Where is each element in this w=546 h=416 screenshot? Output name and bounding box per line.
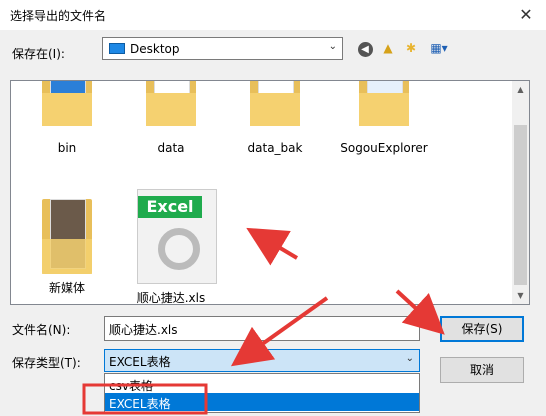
new-folder-icon: ✱ (405, 41, 417, 55)
file-name: data_bak (247, 141, 303, 155)
view-menu-button[interactable]: ▦▾ (426, 40, 452, 56)
title-bar: 选择导出的文件名 ✕ (0, 0, 546, 30)
folder-icon (359, 81, 409, 126)
scroll-up-icon[interactable]: ▲ (512, 81, 529, 98)
chevron-down-icon: ⌄ (328, 41, 337, 52)
vertical-scrollbar[interactable]: ▲ ▼ (512, 81, 529, 304)
folder-item[interactable]: data (123, 81, 219, 161)
folder-icon (250, 81, 300, 126)
folder-item[interactable]: bin (19, 81, 115, 161)
cancel-button[interactable]: 取消 (440, 357, 524, 383)
new-folder-button[interactable]: ✱ (402, 40, 420, 56)
option-csv[interactable]: csv表格 (105, 375, 419, 393)
excel-badge: Excel (138, 196, 202, 218)
filetype-value: EXCEL表格 (109, 355, 171, 369)
location-value: Desktop (130, 42, 180, 56)
window-title: 选择导出的文件名 (10, 9, 107, 23)
option-excel[interactable]: EXCEL表格 (105, 393, 419, 411)
folder-item[interactable]: data_bak (227, 81, 323, 161)
excel-file-icon: Excel (137, 189, 217, 284)
folder-icon (146, 81, 196, 126)
excel-file-item[interactable]: Excel 顺心捷达.xls (123, 189, 219, 304)
filename-input[interactable]: 顺心捷达.xls (104, 316, 420, 341)
filetype-dropdown[interactable]: EXCEL表格 ⌄ (104, 349, 420, 372)
file-name: bin (57, 141, 77, 155)
folder-item[interactable]: SogouExplorer (331, 81, 437, 161)
save-in-label: 保存在(I): (12, 47, 65, 61)
file-name: SogouExplorer (340, 141, 428, 155)
desktop-icon (109, 43, 125, 54)
chevron-down-icon: ⌄ (405, 353, 414, 364)
file-name: 新媒体 (48, 281, 85, 295)
close-icon: ✕ (519, 5, 533, 24)
folder-icon (42, 199, 92, 274)
file-name: 顺心捷达.xls (136, 291, 206, 305)
view-menu-icon: ▦▾ (430, 41, 448, 55)
filename-label: 文件名(N): (12, 323, 71, 337)
up-folder-button[interactable]: ▲ (379, 40, 397, 56)
folder-item[interactable]: 新媒体 (19, 193, 115, 295)
file-name: data (157, 141, 185, 155)
up-folder-icon: ▲ (383, 41, 393, 55)
filetype-options-list[interactable]: csv表格 EXCEL表格 (104, 373, 420, 413)
scroll-down-icon[interactable]: ▼ (512, 287, 529, 304)
close-button[interactable]: ✕ (506, 0, 546, 30)
location-dropdown[interactable]: Desktop ⌄ (102, 37, 343, 60)
save-button[interactable]: 保存(S) (440, 316, 524, 342)
folder-icon (42, 81, 92, 126)
filetype-label: 保存类型(T): (12, 356, 81, 370)
back-button[interactable]: ◀ (356, 40, 374, 57)
scrollbar-thumb[interactable] (514, 125, 527, 285)
file-list-pane[interactable]: bin data data_bak SogouExplorer 新媒体 Exce… (10, 80, 530, 305)
back-icon: ◀ (357, 42, 373, 57)
